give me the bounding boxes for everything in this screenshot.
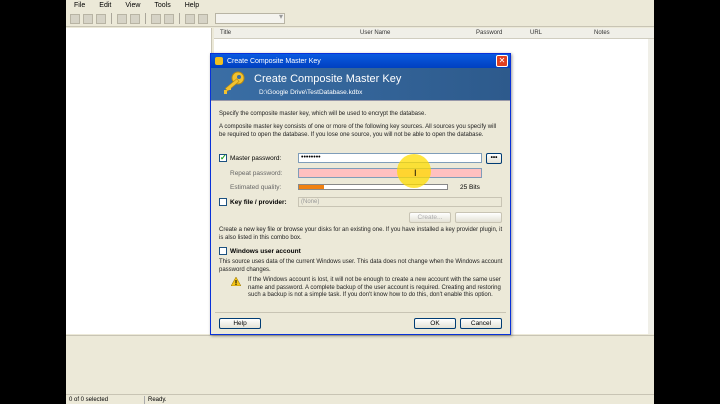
quality-bar-fill	[299, 185, 325, 189]
warning-icon	[231, 277, 241, 286]
toolbar-separator	[111, 13, 112, 24]
toolbar	[66, 11, 654, 27]
column-title[interactable]: Title	[220, 30, 231, 36]
find-icon[interactable]	[185, 13, 195, 24]
edit-entry-icon[interactable]	[130, 13, 140, 24]
cancel-button[interactable]: Cancel	[460, 318, 502, 329]
lock-icon[interactable]	[198, 13, 208, 24]
column-notes[interactable]: Notes	[594, 30, 610, 36]
status-state: Ready.	[148, 397, 167, 403]
entry-details-pane	[66, 335, 654, 393]
browse-folder-button[interactable]	[455, 212, 502, 223]
windows-account-description: This source uses data of the current Win…	[219, 259, 503, 273]
key-icon	[215, 57, 223, 65]
master-password-checkbox[interactable]	[219, 153, 227, 162]
create-key-file-button[interactable]: Create...	[409, 212, 451, 223]
status-bar: 0 of 0 selected Ready.	[66, 394, 654, 404]
dialog-title: Create Composite Master Key	[227, 57, 321, 65]
repeat-password-input[interactable]	[298, 168, 482, 178]
ok-button[interactable]: OK	[414, 318, 456, 329]
dialog-titlebar[interactable]: Create Composite Master Key ✕	[211, 54, 510, 68]
password-quality-bar	[298, 184, 448, 190]
key-file-description: Create a new key file or browse your dis…	[219, 227, 503, 241]
toolbar-separator	[145, 13, 146, 24]
help-button[interactable]: Help	[219, 318, 261, 329]
create-master-key-dialog: Create Composite Master Key ✕ Create Com…	[210, 53, 511, 335]
copy-user-icon[interactable]	[151, 13, 161, 24]
menu-edit[interactable]: Edit	[99, 2, 111, 9]
vertical-scrollbar[interactable]	[648, 39, 654, 334]
warning-text: If the Windows account is lost, it will …	[248, 277, 501, 298]
menu-view[interactable]: View	[125, 2, 140, 9]
estimated-quality-label: Estimated quality:	[230, 184, 282, 191]
toolbar-separator	[179, 13, 180, 24]
dialog-separator	[215, 312, 506, 313]
add-entry-icon[interactable]	[117, 13, 127, 24]
key-file-label: Key file / provider:	[230, 199, 287, 206]
column-headers: Title User Name Password URL Notes	[214, 28, 654, 39]
database-path: D:\Google Drive\TestDatabase.kdbx	[259, 89, 363, 96]
quality-bits: 25 Bits	[460, 184, 480, 191]
key-icon	[224, 71, 245, 94]
banner-title: Create Composite Master Key	[254, 73, 402, 85]
column-username[interactable]: User Name	[360, 30, 390, 36]
master-password-input[interactable]: ••••••••	[298, 153, 482, 163]
new-icon[interactable]	[70, 13, 80, 24]
open-icon[interactable]	[83, 13, 93, 24]
menu-tools[interactable]: Tools	[154, 2, 170, 9]
save-icon[interactable]	[96, 13, 106, 24]
letterbox-right	[654, 0, 720, 404]
windows-account-label: Windows user account	[230, 248, 301, 255]
copy-password-icon[interactable]	[164, 13, 174, 24]
menu-help[interactable]: Help	[185, 2, 199, 9]
intro-text: Specify the composite master key, which …	[219, 111, 426, 117]
status-separator	[144, 396, 145, 404]
column-url[interactable]: URL	[530, 30, 542, 36]
master-password-label: Master password:	[230, 155, 282, 162]
repeat-password-label: Repeat password:	[230, 170, 283, 177]
description-text: A composite master key consists of one o…	[219, 124, 497, 138]
key-file-checkbox[interactable]	[219, 198, 227, 206]
key-file-combo[interactable]: (None)	[298, 197, 502, 207]
dialog-banner: Create Composite Master Key D:\Google Dr…	[211, 68, 510, 101]
show-password-button[interactable]: •••	[486, 153, 502, 164]
quick-search-combo[interactable]	[215, 12, 285, 24]
group-tree[interactable]	[66, 28, 212, 334]
column-password[interactable]: Password	[476, 30, 502, 36]
status-selected: 0 of 0 selected	[69, 397, 109, 403]
text-cursor-icon: I	[414, 168, 417, 178]
close-icon[interactable]: ✕	[496, 55, 508, 67]
menu-bar: File Edit View Tools Help	[66, 0, 654, 11]
windows-account-checkbox[interactable]	[219, 247, 227, 255]
menu-file[interactable]: File	[74, 2, 85, 9]
letterbox-left	[0, 0, 66, 404]
